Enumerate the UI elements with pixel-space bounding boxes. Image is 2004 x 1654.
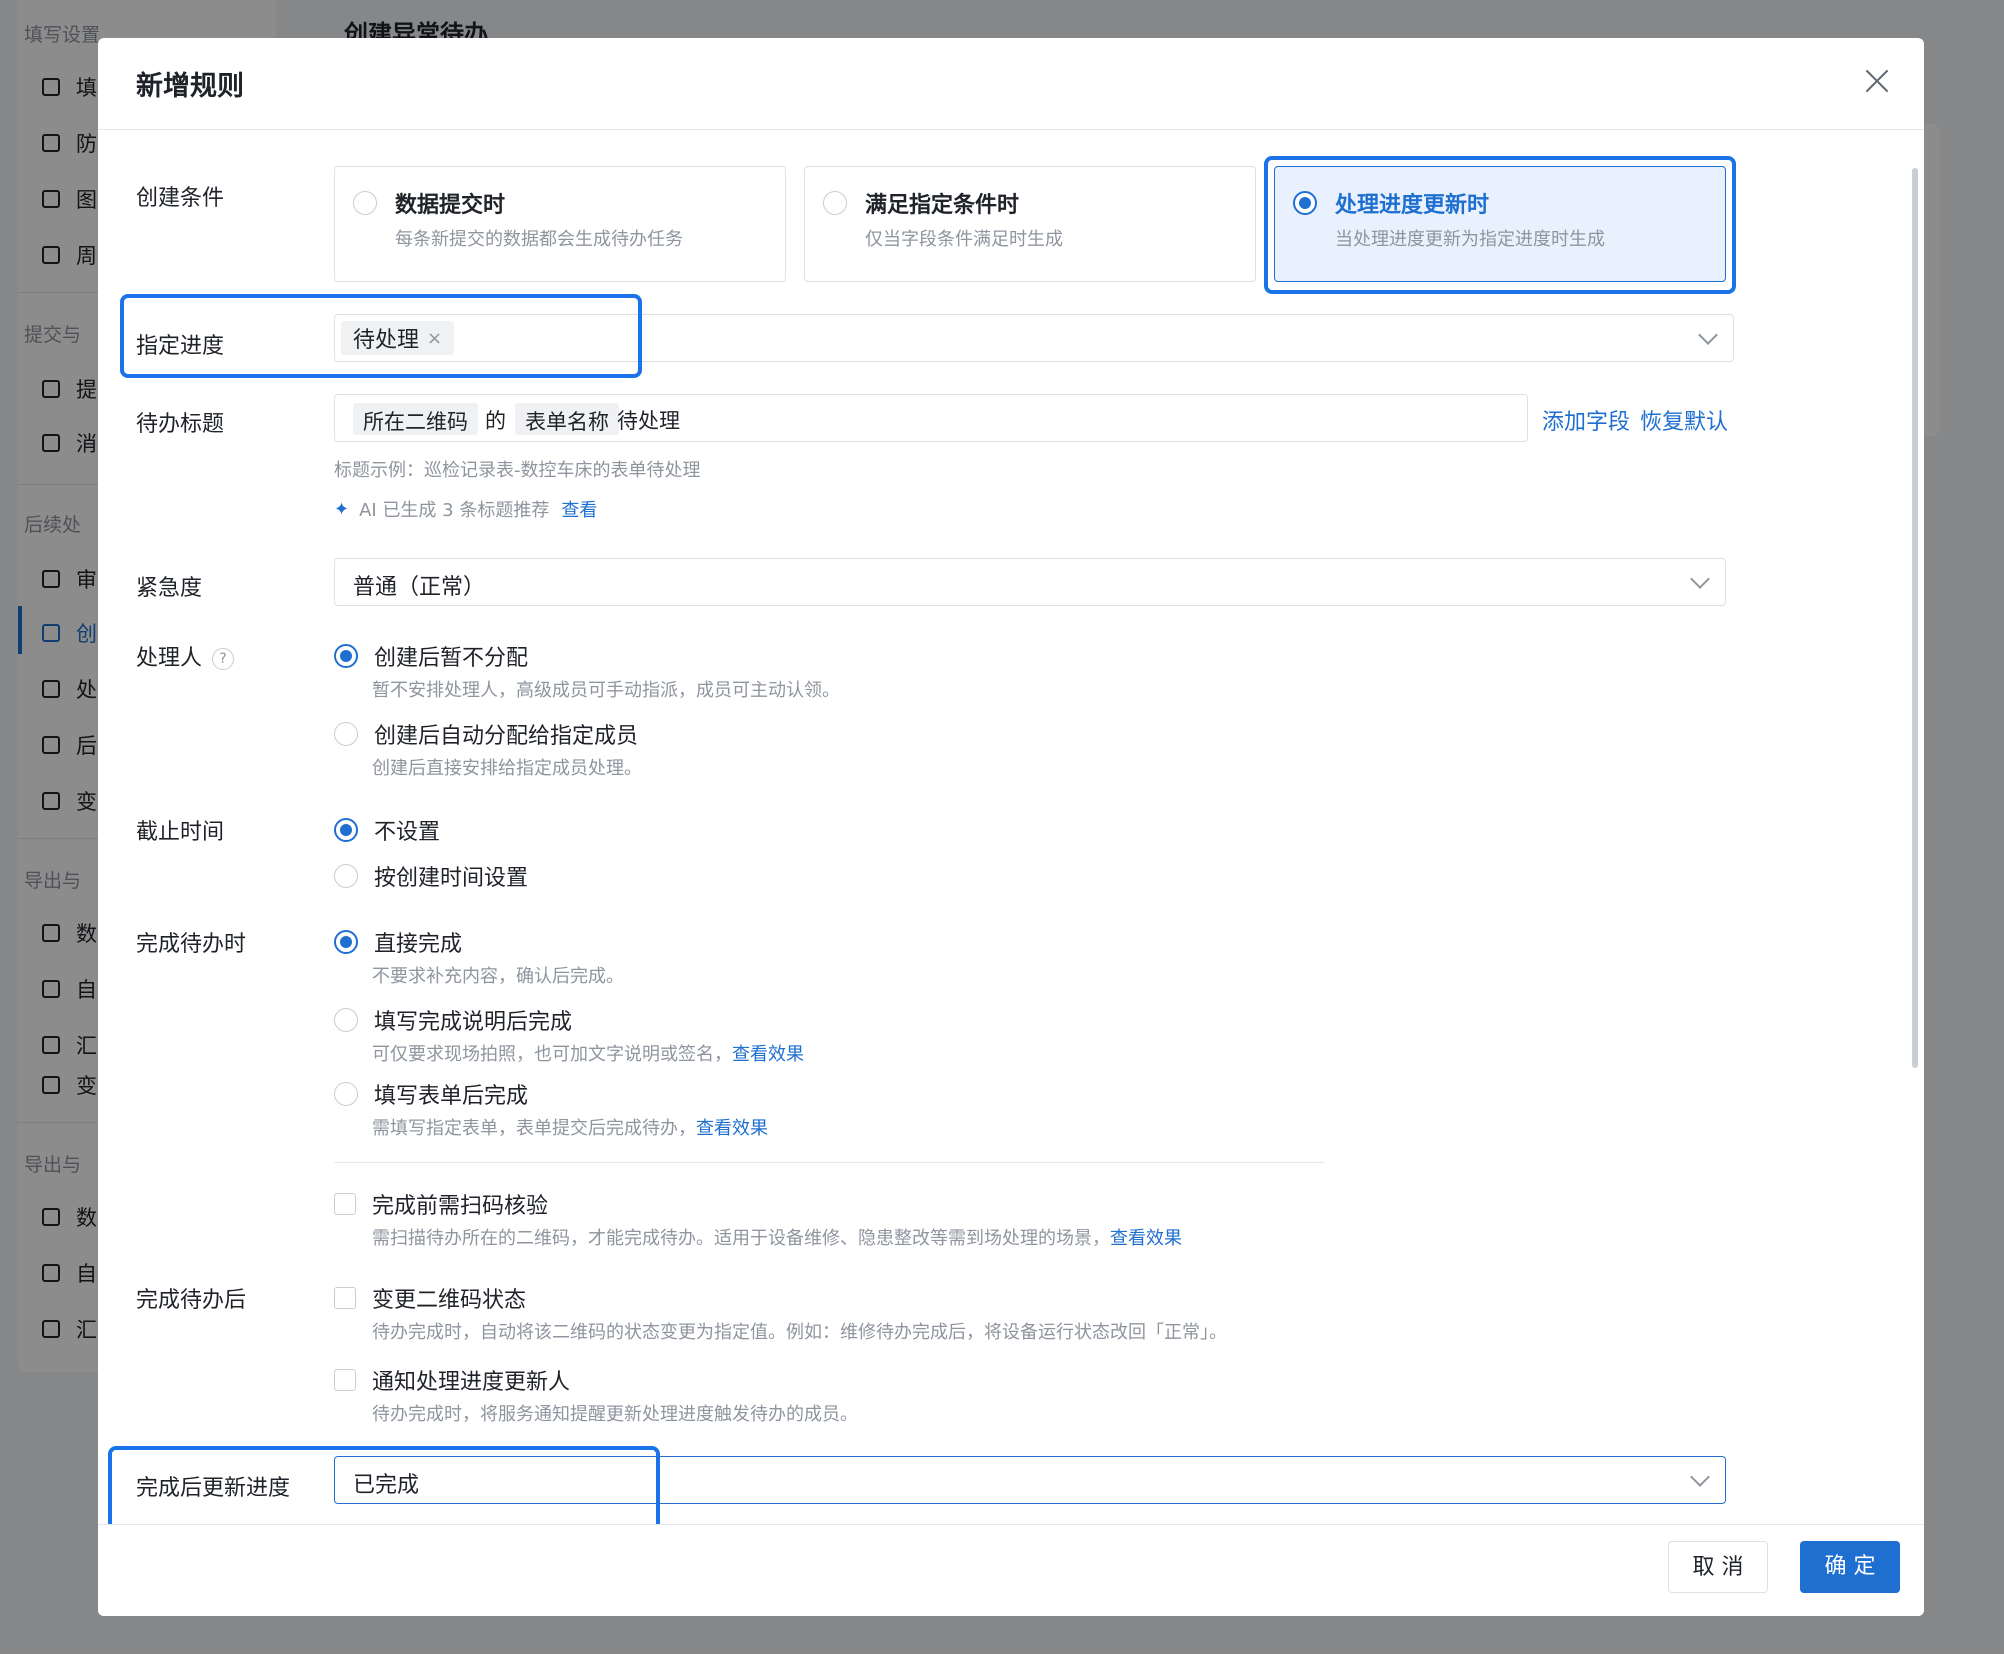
add-field-link[interactable]: 添加字段 [1542,404,1630,436]
checkbox-icon[interactable] [334,1287,356,1309]
title-label: 待办标题 [136,412,225,437]
radio-selected-icon[interactable] [334,644,358,668]
radio-icon[interactable] [334,1008,358,1032]
title-example: 标题示例：巡检记录表-数控车床的表单待处理 [334,460,701,481]
cancel-button[interactable]: 取 消 [1668,1541,1768,1593]
view-effect-link[interactable]: 查看效果 [1110,1228,1182,1249]
title-input[interactable]: 所在二维码 的 表单名称 待处理 [334,394,1528,442]
after-label: 完成待办后 [136,1288,247,1313]
dialog-footer: 取 消 确 定 [98,1524,1924,1616]
chevron-down-icon [1690,569,1710,589]
option-desc: 需扫描待办所在的二维码，才能完成待办。适用于设备维修、隐患整改等需到场处理的场景… [372,1228,1182,1249]
progress-label: 指定进度 [136,334,225,359]
option-desc: 待办完成时，自动将该二维码的状态变更为指定值。例如：维修待办完成后，将设备运行状… [372,1322,1227,1343]
title-text: 待处理 [617,409,680,433]
condition-card-progress[interactable]: 处理进度更新时 当处理进度更新为指定进度时生成 [1274,166,1726,282]
restore-default-link[interactable]: 恢复默认 [1640,404,1728,436]
checkbox-icon[interactable] [334,1369,356,1391]
complete-option-form[interactable]: 填写表单后完成 [334,1078,528,1110]
help-icon[interactable]: ? [212,648,235,670]
assignee-option-unassigned[interactable]: 创建后暂不分配 [334,640,528,672]
radio-icon[interactable] [334,1082,358,1106]
deadline-option-none[interactable]: 不设置 [334,814,440,846]
sparkle-icon: ✦ [334,498,350,520]
condition-label: 创建条件 [136,186,225,211]
after-option-change-status[interactable]: 变更二维码状态 [334,1282,526,1314]
close-icon[interactable] [1862,66,1892,96]
condition-card-submit[interactable]: 数据提交时 每条新提交的数据都会生成待办任务 [334,166,786,282]
condition-card-field[interactable]: 满足指定条件时 仅当字段条件满足时生成 [804,166,1256,282]
title-text: 的 [485,409,506,433]
after-option-notify[interactable]: 通知处理进度更新人 [334,1364,570,1396]
progress-select[interactable]: 待处理 × [334,314,1734,362]
radio-icon[interactable] [334,864,358,888]
option-desc: 不要求补充内容，确认后完成。 [372,966,624,987]
card-title: 数据提交时 [395,193,506,218]
option-desc: 需填写指定表单，表单提交后完成待办，查看效果 [372,1118,768,1139]
progress-tag: 待处理 × [341,321,455,355]
update-progress-select[interactable]: 已完成 [334,1456,1726,1504]
chevron-down-icon [1690,1467,1710,1487]
radio-selected-icon[interactable] [1293,191,1317,215]
radio-icon[interactable] [823,191,847,215]
confirm-button[interactable]: 确 定 [1800,1541,1900,1593]
card-desc: 每条新提交的数据都会生成待办任务 [395,229,683,250]
scrollbar-thumb[interactable] [1912,168,1918,1068]
ai-view-link[interactable]: 查看 [561,496,597,522]
new-rule-dialog: 新增规则 创建条件 数据提交时 每条新提交的数据都会生成待办任务 满足指定条件时… [98,38,1924,1616]
radio-icon[interactable] [334,722,358,746]
title-token[interactable]: 所在二维码 [353,403,478,435]
urgency-label: 紧急度 [136,576,203,601]
scan-check-option[interactable]: 完成前需扫码核验 [334,1188,548,1220]
complete-option-direct[interactable]: 直接完成 [334,926,462,958]
card-title: 处理进度更新时 [1335,193,1490,218]
update-progress-value: 已完成 [353,1473,420,1498]
view-effect-link[interactable]: 查看效果 [732,1044,804,1065]
deadline-label: 截止时间 [136,820,225,845]
urgency-value: 普通（正常） [353,575,486,600]
option-desc: 暂不安排处理人，高级成员可手动指派，成员可主动认领。 [372,680,840,701]
checkbox-icon[interactable] [334,1193,356,1215]
option-desc: 待办完成时，将服务通知提醒更新处理进度触发待办的成员。 [372,1404,858,1425]
complete-option-note[interactable]: 填写完成说明后完成 [334,1004,572,1036]
card-title: 满足指定条件时 [865,193,1020,218]
radio-selected-icon[interactable] [334,818,358,842]
assignee-label: 处理人? [136,640,235,672]
deadline-option-by-create[interactable]: 按创建时间设置 [334,860,528,892]
dialog-header: 新增规则 [98,38,1924,130]
dialog-title: 新增规则 [136,71,244,102]
card-desc: 当处理进度更新为指定进度时生成 [1335,229,1605,250]
option-desc: 创建后直接安排给指定成员处理。 [372,758,642,779]
scrollbar[interactable] [1912,128,1920,1580]
divider [334,1162,1324,1163]
update-progress-label: 完成后更新进度 [136,1476,291,1501]
assignee-option-auto[interactable]: 创建后自动分配给指定成员 [334,718,638,750]
radio-selected-icon[interactable] [334,930,358,954]
radio-icon[interactable] [353,191,377,215]
complete-label: 完成待办时 [136,932,247,957]
chevron-down-icon [1698,325,1718,345]
remove-tag-icon[interactable]: × [427,328,442,349]
title-token[interactable]: 表单名称 [515,403,619,435]
card-desc: 仅当字段条件满足时生成 [865,229,1063,250]
option-desc: 可仅要求现场拍照，也可加文字说明或签名，查看效果 [372,1044,804,1065]
urgency-select[interactable]: 普通（正常） [334,558,1726,606]
view-effect-link[interactable]: 查看效果 [696,1118,768,1139]
ai-hint: ✦ AI 已生成 3 条标题推荐 查看 [334,496,597,522]
